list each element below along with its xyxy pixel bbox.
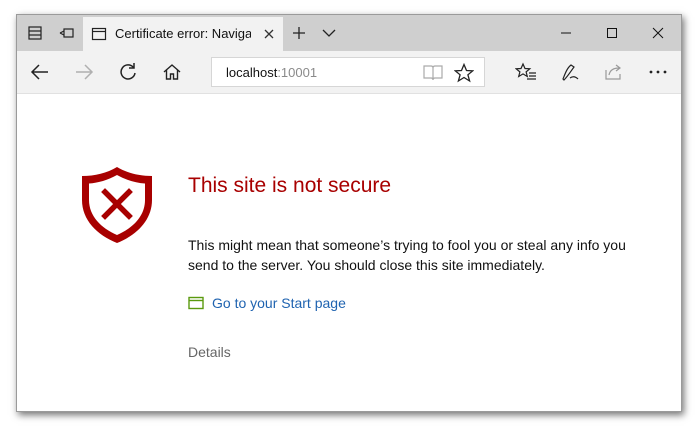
new-tab-button[interactable] — [283, 15, 315, 51]
page-content: This site is not secure This might mean … — [17, 94, 681, 411]
address-bar[interactable]: localhost:10001 — [211, 57, 485, 87]
more-button[interactable] — [641, 56, 675, 88]
tab-bar: Certificate error: Naviga — [17, 15, 681, 51]
chevron-down-icon — [322, 29, 336, 37]
share-button[interactable] — [597, 56, 631, 88]
forward-button[interactable] — [67, 56, 101, 88]
browser-window: Certificate error: Naviga localhost:1000… — [16, 14, 682, 412]
minimize-button[interactable] — [543, 15, 589, 51]
tab-list-button[interactable] — [313, 15, 345, 51]
maximize-button[interactable] — [589, 15, 635, 51]
tab-certificate-error[interactable]: Certificate error: Naviga — [83, 17, 283, 51]
home-icon — [163, 64, 181, 80]
home-button[interactable] — [155, 56, 189, 88]
page-icon — [91, 26, 107, 47]
error-description: This might mean that someone’s trying to… — [188, 237, 626, 273]
web-note-button[interactable] — [553, 56, 587, 88]
add-favorite-button[interactable] — [453, 62, 475, 84]
start-page-icon — [188, 296, 204, 310]
tabs-aside-icon — [28, 26, 42, 40]
new-tab-plus-icon — [293, 27, 305, 39]
forward-arrow-icon — [76, 64, 94, 80]
back-arrow-icon — [30, 64, 48, 80]
close-tab-button[interactable] — [261, 26, 277, 42]
favorites-hub-icon — [515, 62, 536, 80]
minimize-icon — [561, 32, 571, 34]
refresh-icon — [120, 63, 136, 80]
maximize-icon — [607, 28, 617, 38]
back-button[interactable] — [23, 56, 57, 88]
shield-error-icon — [77, 164, 157, 251]
error-title: This site is not secure — [188, 174, 392, 197]
url-text: localhost:10001 — [226, 65, 317, 80]
details-link[interactable]: Details — [188, 344, 231, 360]
tab-preview-button[interactable] — [51, 15, 83, 51]
reading-view-button[interactable] — [422, 62, 444, 84]
share-icon — [605, 64, 621, 80]
go-to-start-page-link[interactable]: Go to your Start page — [188, 295, 346, 311]
web-note-pen-icon — [562, 64, 579, 81]
refresh-button[interactable] — [111, 56, 145, 88]
favorites-hub-button[interactable] — [509, 56, 543, 88]
tabs-aside-button[interactable] — [19, 15, 51, 51]
close-icon — [264, 29, 274, 39]
tab-title: Certificate error: Naviga — [115, 26, 251, 41]
url-host: localhost — [226, 65, 278, 80]
more-dots-icon — [649, 70, 667, 74]
close-icon — [652, 27, 664, 39]
tab-preview-icon — [59, 28, 74, 38]
reading-view-icon — [423, 65, 443, 81]
start-link-label: Go to your Start page — [212, 295, 346, 311]
close-window-button[interactable] — [635, 15, 681, 51]
url-port: :10001 — [277, 65, 318, 80]
favorite-star-icon — [454, 63, 474, 83]
navigation-bar: localhost:10001 — [17, 51, 681, 94]
